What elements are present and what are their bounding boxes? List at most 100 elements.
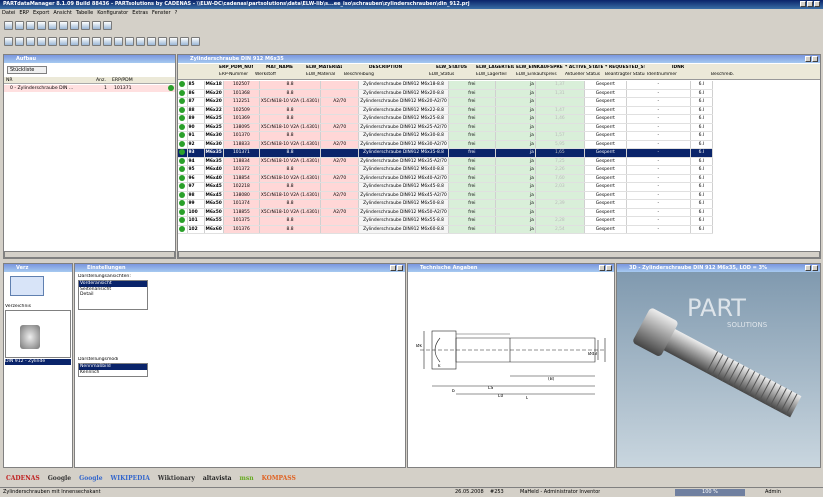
- wireframe-icon[interactable]: [125, 37, 134, 46]
- minimize-button[interactable]: [800, 1, 806, 7]
- menu-8[interactable]: ?: [175, 10, 178, 18]
- menu-7[interactable]: Fenster: [152, 10, 171, 18]
- explode-icon[interactable]: [180, 37, 189, 46]
- tab-stueckliste[interactable]: Stückliste: [7, 66, 47, 74]
- table-row[interactable]: 101 M6x55 101375 8.8 Zylinderschraube DIN912…: [178, 216, 713, 226]
- open-icon[interactable]: [4, 21, 13, 30]
- verz-item-din912[interactable]: DIN 912 - Zylinde: [5, 359, 71, 365]
- col-header-4[interactable]: ELW_STATUS: [429, 65, 474, 70]
- measure-icon[interactable]: [158, 37, 167, 46]
- einst-min-button[interactable]: [390, 265, 396, 271]
- view-back-icon[interactable]: [15, 37, 24, 46]
- sort-icon[interactable]: [70, 21, 79, 30]
- pan-icon[interactable]: [81, 37, 90, 46]
- col-header-2[interactable]: ELW_MATERIAL: [306, 65, 342, 70]
- screw-3d-model[interactable]: [617, 284, 820, 464]
- table-row[interactable]: 89 M6x25 101369 8.8 Zylinderschraube DIN912 …: [178, 114, 713, 124]
- link-5[interactable]: altavista: [203, 475, 232, 482]
- view-iso-icon[interactable]: [59, 37, 68, 46]
- menu-2[interactable]: Export: [33, 10, 49, 18]
- table-row[interactable]: 93 M6x35 101371 8.8 Zylinderschraube DIN912 …: [178, 148, 713, 158]
- aufbau-row[interactable]: 0 - Zylinderschraube DIN ... 1 101371: [4, 85, 175, 92]
- table-row[interactable]: 85 M6x18 102507 8.8 Zylinderschraube DIN912 …: [178, 81, 713, 90]
- zoom-fit-icon[interactable]: [103, 37, 112, 46]
- table-row[interactable]: 86 M6x20 101368 8.8 Zylinderschraube DIN912 …: [178, 89, 713, 98]
- col-nr[interactable]: NR: [6, 77, 13, 84]
- export-icon[interactable]: [92, 21, 101, 30]
- view-left-icon[interactable]: [26, 37, 35, 46]
- help-icon[interactable]: [81, 21, 90, 30]
- views-list[interactable]: Vorderansicht Seitenansicht Detail: [78, 280, 148, 310]
- table-row[interactable]: 92 M6x30 118833 X5CrNi18-10 V2A (1.4301) A2/…: [178, 140, 713, 149]
- section-icon[interactable]: [169, 37, 178, 46]
- col-sub-2: ELW_Material: [306, 72, 336, 77]
- refresh-icon[interactable]: [37, 21, 46, 30]
- tech-min-button[interactable]: [599, 265, 605, 271]
- table-row[interactable]: 94 M6x35 118834 X5CrNi18-10 V2A (1.4301) A2/…: [178, 157, 713, 166]
- view3d-close-button[interactable]: [812, 265, 818, 271]
- table-row[interactable]: 87 M6x20 112251 X5CrNi18-10 V2A (1.4301) A2/…: [178, 97, 713, 107]
- table-row[interactable]: 100 M6x50 118855 X5CrNi18-10 V2A (1.4301) A2…: [178, 208, 713, 217]
- menu-6[interactable]: Extras: [132, 10, 148, 18]
- filter-icon[interactable]: [59, 21, 68, 30]
- views-item[interactable]: Detail: [79, 292, 147, 298]
- menu-3[interactable]: Ansicht: [53, 10, 71, 18]
- aufbau-hscroll[interactable]: [4, 251, 175, 258]
- menu-1[interactable]: ERP: [19, 10, 29, 18]
- link-6[interactable]: msn: [240, 475, 254, 482]
- link-4[interactable]: Wiktionary: [158, 475, 195, 482]
- link-0[interactable]: CADENAS: [6, 475, 40, 482]
- table-row[interactable]: 90 M6x25 138095 X5CrNi18-10 V2A (1.4301) A2/…: [178, 123, 713, 132]
- col-header-6[interactable]: ELW_EINKAUFSPREIS: [516, 65, 563, 70]
- view-front-icon[interactable]: [4, 37, 13, 46]
- link-7[interactable]: KOMPASS: [262, 475, 296, 482]
- link-1[interactable]: Google: [48, 475, 71, 482]
- folder-icon[interactable]: [10, 276, 44, 296]
- table-row[interactable]: 97 M6x45 102218 8.8 Zylinderschraube DIN912 …: [178, 182, 713, 192]
- menu-0[interactable]: Datei: [2, 10, 15, 18]
- render-icon[interactable]: [191, 37, 200, 46]
- rotate-icon[interactable]: [70, 37, 79, 46]
- table-close-button[interactable]: [812, 56, 818, 62]
- table-row[interactable]: 99 M6x50 101374 8.8 Zylinderschraube DIN912 …: [178, 199, 713, 209]
- save-icon[interactable]: [15, 21, 24, 30]
- shade-icon[interactable]: [114, 37, 123, 46]
- table-icon[interactable]: [48, 21, 57, 30]
- settings-icon[interactable]: [103, 21, 112, 30]
- verz-tree[interactable]: [5, 310, 71, 358]
- table-min-button[interactable]: [805, 56, 811, 62]
- modes-item[interactable]: Kennlich: [79, 370, 147, 376]
- col-header-9[interactable]: IDNR: [647, 65, 709, 70]
- menu-4[interactable]: Tabelle: [76, 10, 93, 18]
- table-row[interactable]: 96 M6x40 118854 X5CrNi18-10 V2A (1.4301) A2/…: [178, 174, 713, 183]
- col-header-3[interactable]: DESCRIPTION: [344, 65, 427, 70]
- col-header-0[interactable]: ERP_PDM_NUMBER: [219, 65, 253, 70]
- table-hscroll[interactable]: [178, 251, 820, 258]
- table-row[interactable]: 91 M6x30 101370 8.8 Zylinderschraube DIN912 …: [178, 131, 713, 141]
- col-header-1[interactable]: MAT_NAME: [255, 65, 304, 70]
- table-row[interactable]: 95 M6x40 101372 8.8 Zylinderschraube DIN912 …: [178, 165, 713, 175]
- link-2[interactable]: Google: [79, 475, 102, 482]
- view-right-icon[interactable]: [37, 37, 46, 46]
- menu-5[interactable]: Konfigurator: [97, 10, 128, 18]
- print-icon[interactable]: [26, 21, 35, 30]
- einst-close-button[interactable]: [397, 265, 403, 271]
- col-erp[interactable]: ERP/PDM: [112, 77, 133, 84]
- view-top-icon[interactable]: [48, 37, 57, 46]
- maximize-button[interactable]: [807, 1, 813, 7]
- link-3[interactable]: WIKIPEDIA: [111, 475, 150, 482]
- col-header-8[interactable]: * REQUESTED_STATE: [605, 65, 645, 70]
- table-row[interactable]: 88 M6x22 102509 8.8 Zylinderschraube DIN912 …: [178, 106, 713, 115]
- col-header-7[interactable]: * ACTIVE_STATE: [565, 65, 603, 70]
- col-anz[interactable]: Anz.: [96, 77, 106, 84]
- table-row[interactable]: 98 M6x45 138080 X5CrNi18-10 V2A (1.4301) A2/…: [178, 191, 713, 200]
- color-icon[interactable]: [147, 37, 156, 46]
- tech-close-button[interactable]: [606, 265, 612, 271]
- zoom-icon[interactable]: [92, 37, 101, 46]
- view3d-min-button[interactable]: [805, 265, 811, 271]
- close-button[interactable]: [814, 1, 820, 7]
- col-header-5[interactable]: ELW_LAGERTEIL: [476, 65, 514, 70]
- table-row[interactable]: 102 M6x60 101376 8.8 Zylinderschraube DIN912…: [178, 225, 713, 234]
- light-icon[interactable]: [136, 37, 145, 46]
- modes-list[interactable]: Nennmaßbild Kennlich: [78, 363, 148, 377]
